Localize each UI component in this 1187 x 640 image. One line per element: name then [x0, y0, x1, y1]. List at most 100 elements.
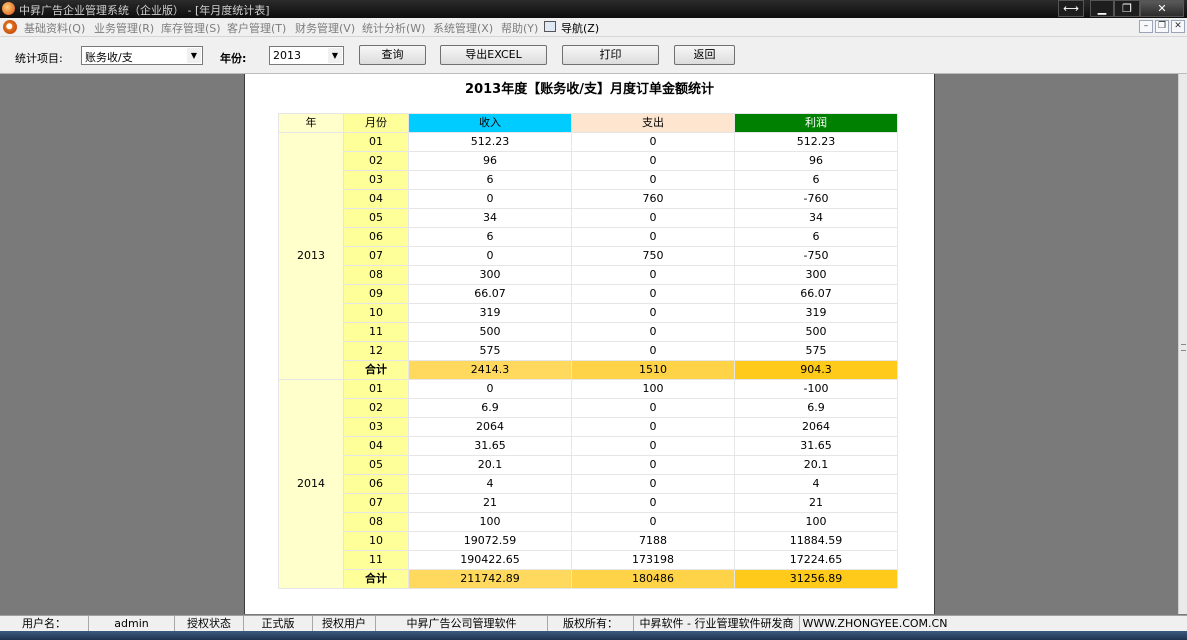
- status-auth-user-label: 授权用户: [313, 616, 376, 632]
- expense-cell: 760: [571, 189, 735, 209]
- income-cell: 512.23: [408, 132, 572, 152]
- header-expense: 支出: [571, 113, 735, 133]
- income-cell: 6: [408, 227, 572, 247]
- income-cell: 500: [408, 322, 572, 342]
- expense-cell: 0: [571, 398, 735, 418]
- table-row: 03 6 0 6: [279, 170, 898, 190]
- table-header-row: 年 月份 收入 支出 利润: [278, 113, 898, 133]
- menu-help[interactable]: 帮助(Y): [501, 20, 538, 36]
- profit-cell: 6: [734, 227, 898, 247]
- month-cell: 12: [343, 341, 409, 361]
- expense-cell: 0: [571, 512, 735, 532]
- mdi-close-button[interactable]: ✕: [1171, 20, 1185, 33]
- month-cell: 02: [343, 151, 409, 171]
- income-cell: 96: [408, 151, 572, 171]
- table-row: 2014 01 0 100 -100: [278, 379, 898, 589]
- month-cell: 05: [343, 455, 409, 475]
- month-cell: 03: [343, 170, 409, 190]
- month-cell: 07: [343, 493, 409, 513]
- year-cell: 2013: [278, 132, 344, 380]
- status-website: WWW.ZHONGYEE.COM.CN: [802, 617, 948, 630]
- expense-cell: 0: [571, 322, 735, 342]
- menu-statistics[interactable]: 统计分析(W): [362, 20, 425, 36]
- income-cell: 4: [408, 474, 572, 494]
- expense-cell: 0: [571, 284, 735, 304]
- chevron-down-icon[interactable]: ▼: [328, 48, 342, 63]
- menu-system[interactable]: 系统管理(X): [433, 20, 493, 36]
- print-button[interactable]: 打印: [562, 45, 659, 65]
- profit-cell: 6: [734, 170, 898, 190]
- month-cell: 09: [343, 284, 409, 304]
- window-title-bar: 中昇广告企业管理系统（企业版） - [年月度统计表] ⟷ ▁ ❐ ✕: [0, 0, 1187, 18]
- app-icon: [2, 2, 15, 15]
- month-cell: 06: [343, 474, 409, 494]
- income-total-cell: 211742.89: [408, 569, 572, 589]
- profit-cell: 34: [734, 208, 898, 228]
- menu-inventory[interactable]: 库存管理(S): [161, 20, 221, 36]
- menu-business[interactable]: 业务管理(R): [94, 20, 154, 36]
- profit-total-cell: 31256.89: [734, 569, 898, 589]
- scroll-grip-icon[interactable]: [1181, 344, 1186, 351]
- menu-basic-data[interactable]: 基础资料(Q): [24, 20, 85, 36]
- month-cell: 11: [343, 322, 409, 342]
- month-cell: 06: [343, 227, 409, 247]
- query-button[interactable]: 查询: [359, 45, 426, 65]
- expense-cell: 0: [571, 208, 735, 228]
- table-row: 07 21 0 21: [279, 493, 898, 513]
- income-cell: 19072.59: [408, 531, 572, 551]
- table-row: 09 66.07 0 66.07: [279, 284, 898, 304]
- menu-bar: 基础资料(Q) 业务管理(R) 库存管理(S) 客户管理(T) 财务管理(V) …: [0, 18, 1187, 37]
- expense-cell: 0: [571, 474, 735, 494]
- back-button[interactable]: 返回: [674, 45, 735, 65]
- profit-cell: -100: [734, 379, 898, 399]
- table-row: 07 0 750 -750: [279, 246, 898, 266]
- income-cell: 6: [408, 170, 572, 190]
- stat-item-label: 统计项目:: [15, 52, 63, 65]
- filter-toolbar: 统计项目: 账务收/支 ▼ 年份: 2013 ▼ 查询 导出EXCEL 打印 返…: [0, 37, 1187, 74]
- year-select[interactable]: 2013 ▼: [269, 46, 344, 65]
- minimize-button[interactable]: ▁: [1090, 0, 1114, 17]
- status-auth-label: 授权状态: [175, 616, 244, 632]
- mdi-minimize-button[interactable]: –: [1139, 20, 1153, 33]
- chevron-down-icon[interactable]: ▼: [187, 48, 201, 63]
- profit-cell: 17224.65: [734, 550, 898, 570]
- stat-item-value: 账务收/支: [85, 51, 133, 64]
- status-copyright-value: 中昇软件 - 行业管理软件研发商: [634, 616, 800, 632]
- year-label: 年份:: [220, 52, 247, 65]
- table-row: 11 190422.65 173198 17224.65: [279, 550, 898, 570]
- profit-cell: 2064: [734, 417, 898, 437]
- table-row: 04 0 760 -760: [279, 189, 898, 209]
- status-bar: 用户名： admin 授权状态 正式版 授权用户 中昇广告公司管理软件 版权所有…: [0, 615, 1187, 632]
- menu-finance[interactable]: 财务管理(V): [295, 20, 355, 36]
- profit-cell: 512.23: [734, 132, 898, 152]
- stat-item-select[interactable]: 账务收/支 ▼: [81, 46, 203, 65]
- vertical-scrollbar[interactable]: [1178, 74, 1187, 614]
- profit-cell: 575: [734, 341, 898, 361]
- expense-total-cell: 1510: [571, 360, 735, 380]
- income-cell: 6.9: [408, 398, 572, 418]
- mdi-restore-button[interactable]: ❐: [1155, 20, 1169, 33]
- expense-cell: 0: [571, 132, 735, 152]
- export-excel-button[interactable]: 导出EXCEL: [440, 45, 547, 65]
- income-cell: 34: [408, 208, 572, 228]
- profit-cell: 100: [734, 512, 898, 532]
- income-cell: 2064: [408, 417, 572, 437]
- report-title: 2013年度【账务收/支】月度订单金额统计: [465, 82, 714, 97]
- table-row: 05 20.1 0 20.1: [279, 455, 898, 475]
- menu-navigation[interactable]: 导航(Z): [561, 20, 599, 36]
- navigation-icon: [544, 21, 556, 32]
- month-cell: 10: [343, 303, 409, 323]
- income-cell: 66.07: [408, 284, 572, 304]
- resize-arrows-icon[interactable]: ⟷: [1058, 0, 1084, 17]
- close-button[interactable]: ✕: [1140, 0, 1184, 17]
- menu-customer[interactable]: 客户管理(T): [227, 20, 286, 36]
- maximize-button[interactable]: ❐: [1114, 0, 1140, 17]
- expense-cell: 0: [571, 265, 735, 285]
- table-row: 08 300 0 300: [279, 265, 898, 285]
- table-row: 04 31.65 0 31.65: [279, 436, 898, 456]
- month-cell: 11: [343, 550, 409, 570]
- status-user-value: admin: [89, 616, 175, 632]
- expense-cell: 100: [571, 379, 735, 399]
- profit-total-cell: 904.3: [734, 360, 898, 380]
- profit-cell: 500: [734, 322, 898, 342]
